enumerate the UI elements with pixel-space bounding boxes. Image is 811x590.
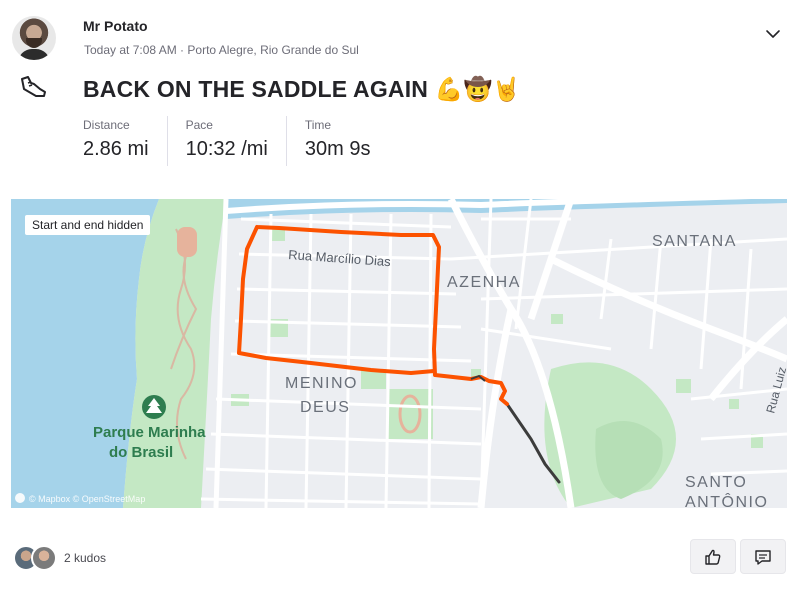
athlete-avatar[interactable] <box>12 16 56 60</box>
stat-time-value: 30m 9s <box>304 138 371 160</box>
stat-time: Time 30m 9s <box>305 116 389 166</box>
map-label-santo: SANTO <box>685 474 747 491</box>
stat-pace: Pace 10:32 /mi <box>186 116 287 166</box>
stat-distance: Distance 2.86 mi <box>83 116 168 166</box>
map-attribution[interactable]: © Mapbox © OpenStreetMap <box>15 493 145 504</box>
chevron-down-icon[interactable] <box>765 28 781 40</box>
stat-pace-value: 10:32 /mi <box>185 138 268 160</box>
activity-title[interactable]: BACK ON THE SADDLE AGAIN 💪🤠🤘 <box>83 76 521 103</box>
running-shoe-icon <box>21 76 46 97</box>
comment-icon <box>755 549 771 565</box>
map-label-antonio: ANTÔNIO <box>685 492 768 508</box>
athlete-name[interactable]: Mr Potato <box>83 18 148 34</box>
kudo-avatar[interactable] <box>31 545 57 571</box>
comment-button[interactable] <box>740 539 786 574</box>
map-attribution-text[interactable]: © Mapbox © OpenStreetMap <box>29 494 145 504</box>
map-label-santana: SANTANA <box>652 233 737 250</box>
map-canvas: Rua Marcílio Dias AZENHA SANTANA MENINO … <box>11 199 787 508</box>
social-bar: 2 kudos <box>0 535 811 580</box>
activity-timestamp-location: Today at 7:08 AM · Porto Alegre, Rio Gra… <box>84 43 359 57</box>
give-kudos-button[interactable] <box>690 539 736 574</box>
map-label-menino: MENINO <box>285 375 358 392</box>
stat-time-label: Time <box>304 118 332 132</box>
map-label-parque-2: do Brasil <box>109 444 173 461</box>
start-end-hidden-badge: Start and end hidden <box>25 215 151 235</box>
activity-header: Mr Potato Today at 7:08 AM · Porto Alegr… <box>0 0 811 70</box>
map-label-parque-1: Parque Marinha <box>93 424 206 441</box>
map-label-deus: DEUS <box>300 399 350 416</box>
stat-distance-label: Distance <box>83 118 130 132</box>
stat-pace-label: Pace <box>185 118 213 132</box>
stat-distance-value: 2.86 mi <box>83 138 149 160</box>
activity-title-text[interactable]: BACK ON THE SADDLE AGAIN <box>83 76 428 102</box>
kudo-avatars[interactable] <box>13 545 63 573</box>
activity-title-emoji: 💪🤠🤘 <box>434 77 522 103</box>
thumbs-up-icon <box>705 549 721 565</box>
tree-icon <box>142 395 166 419</box>
kudos-count[interactable]: 2 kudos <box>64 551 106 565</box>
mapbox-logo-icon <box>15 493 25 503</box>
map-label-azenha: AZENHA <box>447 274 521 291</box>
activity-stats: Distance 2.86 mi Pace 10:32 /mi Time 30m… <box>83 116 406 166</box>
activity-map[interactable]: Rua Marcílio Dias AZENHA SANTANA MENINO … <box>11 199 787 508</box>
